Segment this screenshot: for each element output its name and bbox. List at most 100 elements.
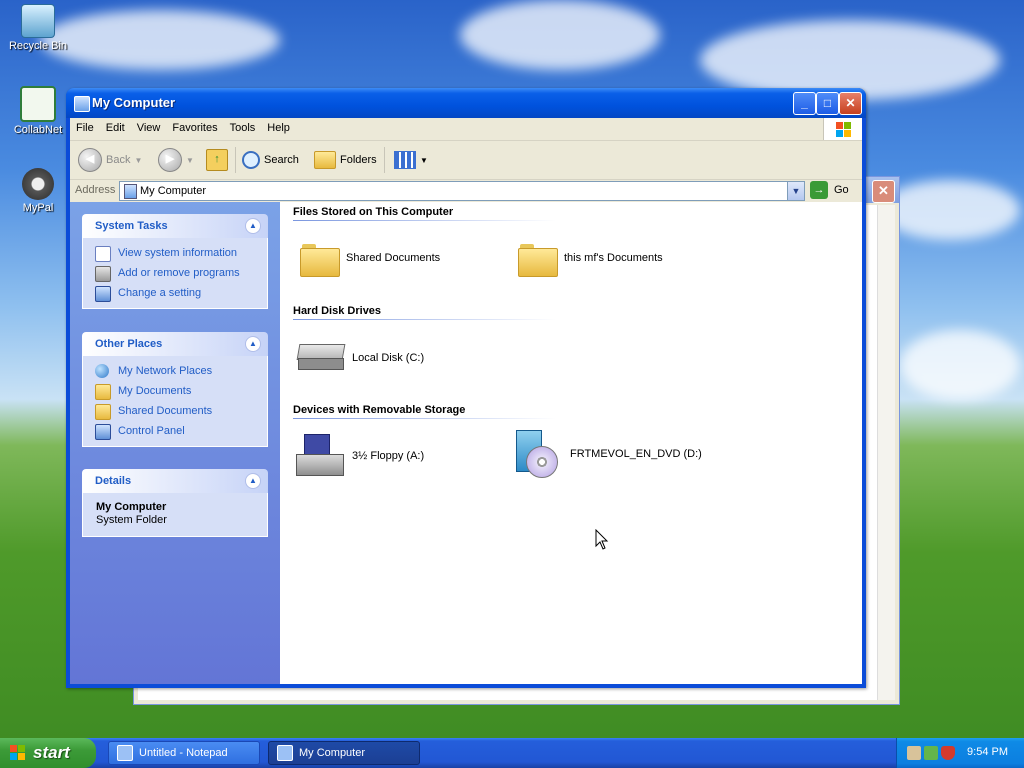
search-button[interactable]: Search xyxy=(242,148,299,172)
item-local-disk-c[interactable]: Local Disk (C:) xyxy=(296,344,424,372)
control-panel-icon xyxy=(95,424,111,440)
chevron-down-icon: ▼ xyxy=(186,155,194,165)
taskbar: start Untitled - Notepad My Computer 9:5… xyxy=(0,738,1024,768)
menu-file[interactable]: File xyxy=(70,118,100,134)
forward-arrow-icon: ▶ xyxy=(158,148,182,172)
collapse-chevron-icon[interactable]: ▲ xyxy=(245,218,261,234)
address-label: Address xyxy=(75,184,116,196)
folders-label: Folders xyxy=(340,154,377,166)
up-button[interactable]: ↑ xyxy=(206,148,228,172)
network-globe-icon xyxy=(95,364,109,378)
standard-toolbar: ◀ Back ▼ ▶ ▼ ↑ Search Folders ▼ xyxy=(70,141,862,180)
toolbar-separator xyxy=(384,147,385,173)
other-places-header[interactable]: Other Places ▲ xyxy=(82,332,268,356)
group-divider xyxy=(293,220,556,221)
forward-button[interactable]: ▶ ▼ xyxy=(158,148,194,172)
control-panel-icon xyxy=(95,286,111,302)
mouse-pointer-icon xyxy=(595,529,609,550)
place-control-panel[interactable]: Control Panel xyxy=(83,422,267,442)
panel-title: Other Places xyxy=(95,338,163,350)
tray-network-icon[interactable] xyxy=(924,746,938,760)
desktop-icon-label: Recycle Bin xyxy=(8,40,68,52)
maximize-button[interactable]: □ xyxy=(816,92,839,115)
views-button[interactable]: ▼ xyxy=(394,148,428,172)
floppy-drive-icon xyxy=(296,434,344,478)
menu-help[interactable]: Help xyxy=(261,118,296,134)
desktop-icon-mypal[interactable]: MyPal xyxy=(3,168,73,214)
task-view-system-information[interactable]: View system information xyxy=(83,244,267,264)
go-arrow-icon: → xyxy=(810,181,828,199)
task-add-remove-programs[interactable]: Add or remove programs xyxy=(83,264,267,284)
collabnet-icon xyxy=(20,86,56,122)
address-value: My Computer xyxy=(140,185,207,197)
item-dvd-d[interactable]: FRTMEVOL_EN_DVD (D:) xyxy=(514,430,702,478)
item-user-documents[interactable]: this mf's Documents xyxy=(518,242,663,277)
search-label: Search xyxy=(264,154,299,166)
go-button[interactable]: → Go xyxy=(810,181,849,199)
desktop-icon-collabnet[interactable]: CollabNet xyxy=(3,86,73,136)
item-label: 3½ Floppy (A:) xyxy=(352,450,425,462)
folder-icon xyxy=(518,242,558,277)
details-type: System Folder xyxy=(96,514,167,526)
system-tasks-header[interactable]: System Tasks ▲ xyxy=(82,214,268,238)
panel-title: System Tasks xyxy=(95,220,168,232)
task-change-setting[interactable]: Change a setting xyxy=(83,284,267,304)
taskbar-button-label: Untitled - Notepad xyxy=(139,747,228,759)
menu-favorites[interactable]: Favorites xyxy=(166,118,223,134)
up-folder-icon: ↑ xyxy=(206,149,228,171)
system-info-icon xyxy=(95,246,111,262)
system-tray: 9:54 PM xyxy=(896,738,1024,768)
item-label: FRTMEVOL_EN_DVD (D:) xyxy=(570,448,702,460)
system-tasks-panel: System Tasks ▲ View system information A… xyxy=(82,214,268,309)
tray-tools-icon[interactable] xyxy=(907,746,921,760)
desktop-icon-label: MyPal xyxy=(22,202,54,214)
menu-view[interactable]: View xyxy=(131,118,167,134)
security-shield-icon[interactable] xyxy=(941,746,955,760)
place-my-documents[interactable]: My Documents xyxy=(83,382,267,402)
file-list-pane[interactable]: Files Stored on This Computer Shared Doc… xyxy=(280,202,862,684)
window-titlebar[interactable]: My Computer _ □ ✕ xyxy=(66,88,866,118)
address-input[interactable]: My Computer ▼ xyxy=(119,181,805,201)
details-header[interactable]: Details ▲ xyxy=(82,469,268,493)
mypal-raccoon-icon xyxy=(22,168,54,200)
start-label: start xyxy=(33,743,70,762)
other-places-panel: Other Places ▲ My Network Places My Docu… xyxy=(82,332,268,447)
desktop-icon-recycle-bin[interactable]: Recycle Bin xyxy=(3,4,73,52)
group-divider xyxy=(293,319,556,320)
close-button[interactable]: ✕ xyxy=(839,92,862,115)
start-button[interactable]: start xyxy=(0,738,96,768)
place-shared-documents[interactable]: Shared Documents xyxy=(83,402,267,422)
menu-tools[interactable]: Tools xyxy=(224,118,262,134)
minimize-button[interactable]: _ xyxy=(793,92,816,115)
taskbar-button-my-computer[interactable]: My Computer xyxy=(268,741,420,765)
back-label: Back xyxy=(106,154,131,166)
collapse-chevron-icon[interactable]: ▲ xyxy=(245,336,261,352)
notepad-close-button[interactable]: ✕ xyxy=(872,180,895,203)
clock[interactable]: 9:54 PM xyxy=(967,746,1008,758)
menu-bar: File Edit View Favorites Tools Help xyxy=(70,118,862,141)
collapse-chevron-icon[interactable]: ▲ xyxy=(245,473,261,489)
folders-button[interactable]: Folders xyxy=(314,148,377,172)
notepad-scrollbar[interactable] xyxy=(877,205,895,700)
back-button[interactable]: ◀ Back ▼ xyxy=(78,148,142,172)
item-shared-documents[interactable]: Shared Documents xyxy=(300,242,440,277)
menu-edit[interactable]: Edit xyxy=(100,118,131,134)
hard-disk-icon xyxy=(296,344,346,372)
place-my-network-places[interactable]: My Network Places xyxy=(83,362,267,382)
taskbar-button-notepad[interactable]: Untitled - Notepad xyxy=(108,741,260,765)
back-arrow-icon: ◀ xyxy=(78,148,102,172)
task-pane: System Tasks ▲ View system information A… xyxy=(70,202,280,684)
window-title: My Computer xyxy=(92,95,176,110)
recycle-bin-icon xyxy=(21,4,55,38)
windows-logo-icon xyxy=(823,118,862,140)
address-dropdown-button[interactable]: ▼ xyxy=(787,182,804,200)
group-header-hard-disks: Hard Disk Drives xyxy=(293,305,382,317)
chevron-down-icon: ▼ xyxy=(420,155,428,165)
computer-icon xyxy=(74,96,90,112)
group-header-files: Files Stored on This Computer xyxy=(293,206,454,218)
item-floppy-a[interactable]: 3½ Floppy (A:) xyxy=(296,434,424,478)
computer-icon xyxy=(277,745,293,761)
go-label: Go xyxy=(834,184,849,196)
views-grid-icon xyxy=(394,151,416,169)
my-computer-window[interactable]: My Computer _ □ ✕ File Edit View Favorites T… xyxy=(66,88,866,688)
